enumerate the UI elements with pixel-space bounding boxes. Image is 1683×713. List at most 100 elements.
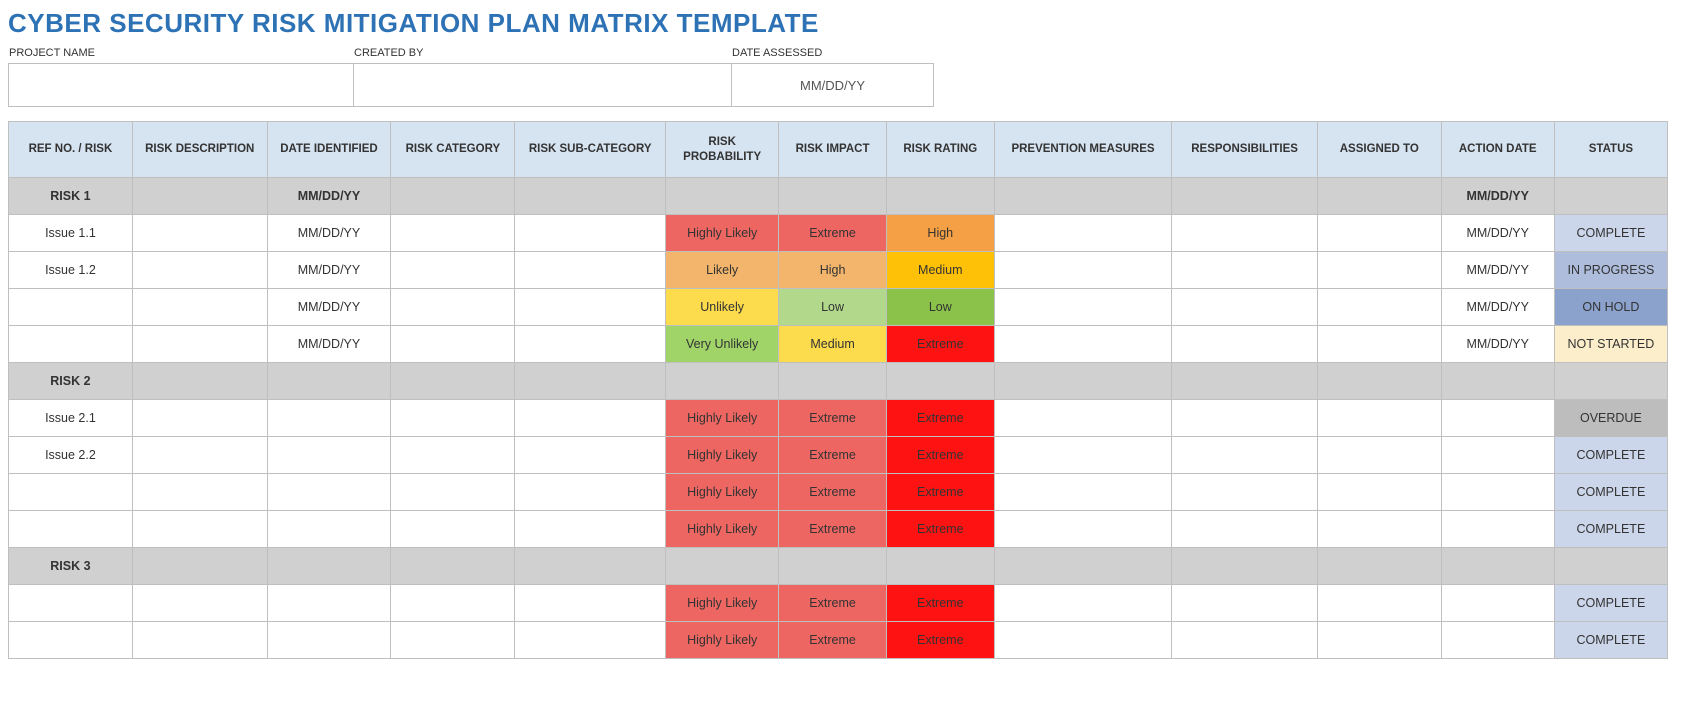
cell-desc[interactable] [132, 326, 267, 363]
cell-rating[interactable]: Extreme [886, 474, 994, 511]
cell-prob[interactable]: Highly Likely [666, 511, 779, 548]
cell-cat[interactable] [391, 252, 515, 289]
cell-resp[interactable] [1172, 585, 1317, 622]
cell-ref[interactable] [9, 511, 133, 548]
cell-desc[interactable] [132, 585, 267, 622]
cell-dateIdentified[interactable] [267, 474, 391, 511]
cell-prob[interactable] [666, 548, 779, 585]
cell-subcat[interactable] [515, 511, 666, 548]
cell-dateIdentified[interactable] [267, 548, 391, 585]
cell-ref[interactable] [9, 585, 133, 622]
cell-assign[interactable] [1317, 289, 1441, 326]
cell-prevent[interactable] [994, 400, 1172, 437]
cell-impact[interactable] [779, 363, 887, 400]
cell-status[interactable]: COMPLETE [1554, 215, 1667, 252]
cell-impact[interactable]: Extreme [779, 585, 887, 622]
cell-assign[interactable] [1317, 511, 1441, 548]
cell-subcat[interactable] [515, 400, 666, 437]
cell-ref[interactable]: Issue 1.1 [9, 215, 133, 252]
cell-desc[interactable] [132, 511, 267, 548]
cell-assign[interactable] [1317, 252, 1441, 289]
cell-status[interactable]: COMPLETE [1554, 622, 1667, 659]
cell-subcat[interactable] [515, 474, 666, 511]
cell-status[interactable]: COMPLETE [1554, 437, 1667, 474]
cell-prob[interactable]: Very Unlikely [666, 326, 779, 363]
cell-actionDate[interactable] [1441, 400, 1554, 437]
cell-desc[interactable] [132, 474, 267, 511]
cell-dateIdentified[interactable]: MM/DD/YY [267, 289, 391, 326]
cell-status[interactable]: OVERDUE [1554, 400, 1667, 437]
cell-resp[interactable] [1172, 363, 1317, 400]
cell-prevent[interactable] [994, 474, 1172, 511]
cell-dateIdentified[interactable]: MM/DD/YY [267, 178, 391, 215]
cell-rating[interactable]: Extreme [886, 585, 994, 622]
cell-assign[interactable] [1317, 326, 1441, 363]
cell-assign[interactable] [1317, 178, 1441, 215]
cell-dateIdentified[interactable] [267, 511, 391, 548]
cell-prevent[interactable] [994, 511, 1172, 548]
cell-prevent[interactable] [994, 252, 1172, 289]
cell-impact[interactable]: High [779, 252, 887, 289]
created-by-input[interactable] [353, 63, 731, 107]
cell-dateIdentified[interactable] [267, 363, 391, 400]
cell-desc[interactable] [132, 548, 267, 585]
cell-impact[interactable] [779, 548, 887, 585]
cell-ref[interactable] [9, 622, 133, 659]
cell-ref[interactable] [9, 289, 133, 326]
cell-rating[interactable] [886, 548, 994, 585]
cell-actionDate[interactable] [1441, 474, 1554, 511]
cell-status[interactable]: IN PROGRESS [1554, 252, 1667, 289]
cell-prevent[interactable] [994, 178, 1172, 215]
cell-status[interactable]: COMPLETE [1554, 585, 1667, 622]
cell-status[interactable]: COMPLETE [1554, 511, 1667, 548]
cell-subcat[interactable] [515, 585, 666, 622]
cell-subcat[interactable] [515, 326, 666, 363]
cell-prob[interactable]: Highly Likely [666, 622, 779, 659]
cell-subcat[interactable] [515, 548, 666, 585]
cell-prevent[interactable] [994, 622, 1172, 659]
cell-ref[interactable]: RISK 1 [9, 178, 133, 215]
cell-cat[interactable] [391, 585, 515, 622]
cell-prob[interactable]: Highly Likely [666, 437, 779, 474]
cell-desc[interactable] [132, 437, 267, 474]
cell-dateIdentified[interactable]: MM/DD/YY [267, 252, 391, 289]
cell-resp[interactable] [1172, 326, 1317, 363]
cell-impact[interactable]: Extreme [779, 622, 887, 659]
cell-ref[interactable]: Issue 1.2 [9, 252, 133, 289]
cell-resp[interactable] [1172, 178, 1317, 215]
cell-assign[interactable] [1317, 548, 1441, 585]
cell-impact[interactable]: Low [779, 289, 887, 326]
cell-status[interactable]: NOT STARTED [1554, 326, 1667, 363]
cell-desc[interactable] [132, 178, 267, 215]
cell-dateIdentified[interactable] [267, 437, 391, 474]
cell-rating[interactable]: Extreme [886, 437, 994, 474]
cell-resp[interactable] [1172, 548, 1317, 585]
cell-ref[interactable]: Issue 2.1 [9, 400, 133, 437]
cell-ref[interactable]: RISK 3 [9, 548, 133, 585]
cell-prevent[interactable] [994, 548, 1172, 585]
cell-cat[interactable] [391, 511, 515, 548]
cell-assign[interactable] [1317, 363, 1441, 400]
cell-cat[interactable] [391, 178, 515, 215]
cell-actionDate[interactable] [1441, 511, 1554, 548]
cell-desc[interactable] [132, 622, 267, 659]
cell-prob[interactable] [666, 178, 779, 215]
date-assessed-input[interactable]: MM/DD/YY [731, 63, 934, 107]
cell-actionDate[interactable] [1441, 363, 1554, 400]
cell-prevent[interactable] [994, 363, 1172, 400]
cell-assign[interactable] [1317, 215, 1441, 252]
cell-cat[interactable] [391, 363, 515, 400]
cell-dateIdentified[interactable] [267, 622, 391, 659]
cell-assign[interactable] [1317, 437, 1441, 474]
cell-prob[interactable]: Highly Likely [666, 474, 779, 511]
cell-actionDate[interactable]: MM/DD/YY [1441, 252, 1554, 289]
cell-assign[interactable] [1317, 585, 1441, 622]
cell-actionDate[interactable] [1441, 437, 1554, 474]
cell-rating[interactable] [886, 363, 994, 400]
cell-resp[interactable] [1172, 289, 1317, 326]
cell-desc[interactable] [132, 215, 267, 252]
cell-prob[interactable]: Highly Likely [666, 585, 779, 622]
cell-cat[interactable] [391, 622, 515, 659]
cell-prob[interactable]: Unlikely [666, 289, 779, 326]
cell-rating[interactable]: Extreme [886, 622, 994, 659]
